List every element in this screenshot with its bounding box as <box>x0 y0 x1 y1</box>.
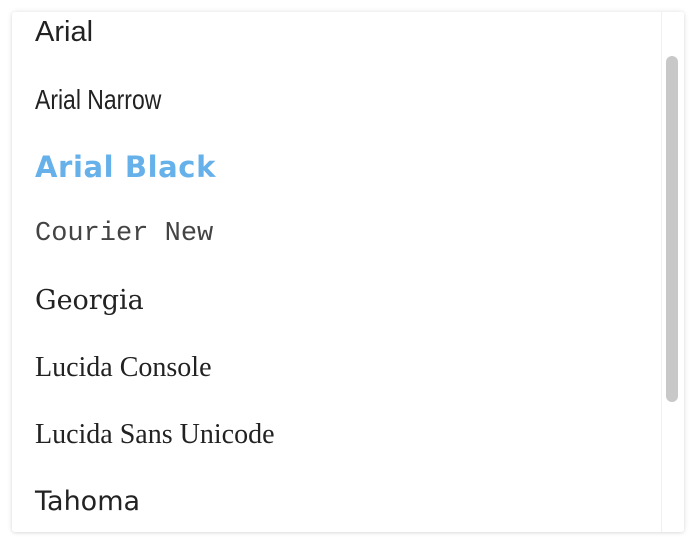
stage: Arial Arial Narrow Arial Black Courier N… <box>0 0 700 545</box>
font-option-arial[interactable]: Arial <box>35 12 93 54</box>
font-option-arial-narrow[interactable]: Arial Narrow <box>35 78 161 122</box>
font-dropdown[interactable]: Arial Arial Narrow Arial Black Courier N… <box>12 12 684 532</box>
font-option-tahoma[interactable]: Tahoma <box>35 480 140 524</box>
font-option-courier-new[interactable]: Courier New <box>35 212 213 256</box>
font-option-arial-black[interactable]: Arial Black <box>35 145 216 189</box>
scrollbar-thumb[interactable] <box>666 56 678 402</box>
font-option-georgia[interactable]: Georgia <box>35 279 144 323</box>
font-option-lucida-sans-unicode[interactable]: Lucida Sans Unicode <box>35 413 275 457</box>
font-list[interactable]: Arial Arial Narrow Arial Black Courier N… <box>12 12 662 532</box>
font-option-lucida-console[interactable]: Lucida Console <box>35 346 212 390</box>
